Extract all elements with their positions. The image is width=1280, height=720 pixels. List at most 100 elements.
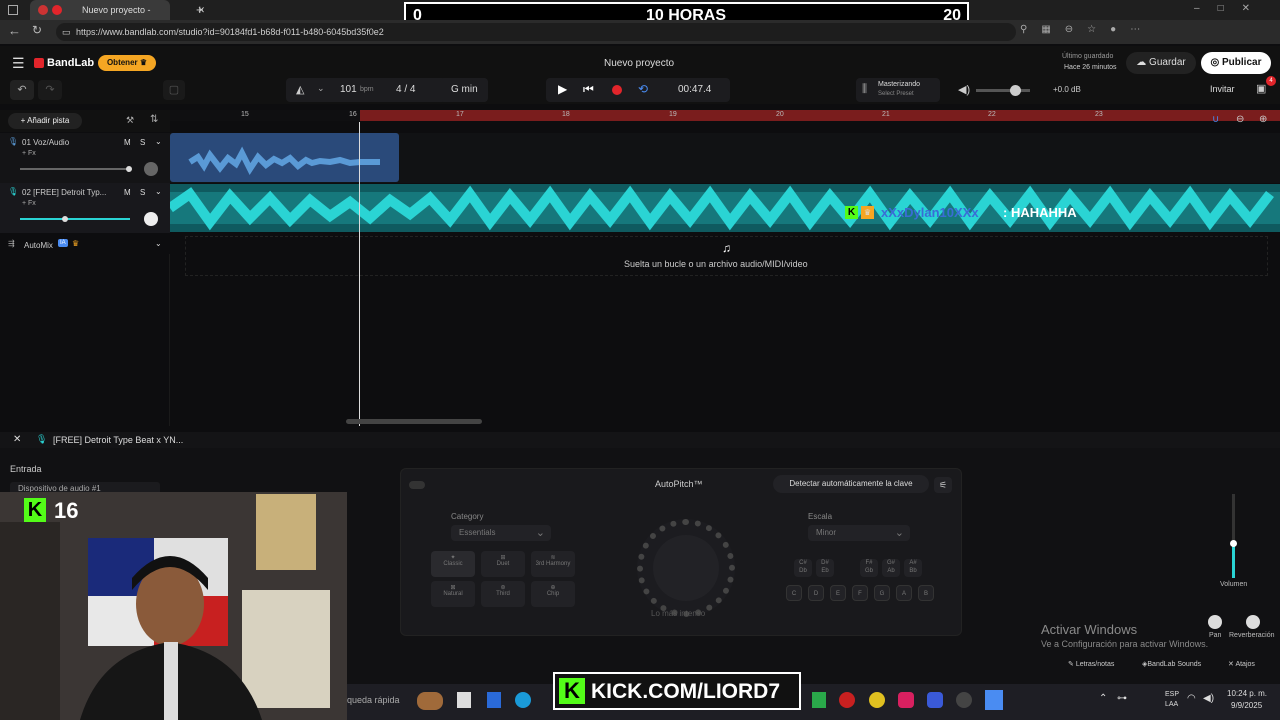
zoom-icon[interactable]: ⊖ bbox=[1065, 24, 1087, 35]
taskbar-search[interactable]: queda rápida bbox=[347, 695, 400, 705]
zoom-in-icon[interactable]: ⊕ bbox=[1259, 114, 1267, 125]
detect-key-button[interactable]: Detectar automáticamente la clave bbox=[773, 475, 929, 493]
tiktok-icon[interactable] bbox=[898, 692, 914, 708]
beat-audio-clip[interactable] bbox=[170, 184, 1280, 232]
fx-button[interactable]: + Fx bbox=[22, 150, 36, 157]
preset-3rd-harmony[interactable]: ≋ 3rd Harmony bbox=[531, 551, 575, 577]
clock-date[interactable]: 9/9/2025 bbox=[1231, 701, 1262, 710]
key-selector[interactable]: G min bbox=[440, 78, 488, 102]
track-menu-icon[interactable]: ⌄ bbox=[155, 137, 162, 146]
loop-region[interactable] bbox=[360, 110, 1280, 121]
add-track-button[interactable]: + Añadir pista bbox=[8, 113, 82, 129]
key-natural[interactable]: B bbox=[918, 585, 934, 601]
fader-thumb[interactable] bbox=[1230, 540, 1237, 547]
save-button[interactable]: ☁ Guardar bbox=[1126, 52, 1196, 74]
publish-button[interactable]: ◎ Publicar bbox=[1201, 52, 1271, 74]
reader-icon[interactable]: ▦ bbox=[1041, 24, 1064, 35]
shortcuts-link[interactable]: ✕ Atajos bbox=[1228, 660, 1255, 668]
volume-thumb[interactable] bbox=[126, 166, 132, 172]
key-sharp[interactable]: D# Eb bbox=[816, 559, 834, 577]
track-volume-fader[interactable] bbox=[1230, 494, 1237, 578]
speaker-icon[interactable]: ◀) bbox=[958, 83, 970, 96]
snap-icon[interactable]: ∪ bbox=[1212, 114, 1219, 125]
browser-tab[interactable]: Nuevo proyecto - Studio ✕ bbox=[30, 0, 205, 35]
red-app-icon[interactable] bbox=[839, 692, 855, 708]
back-icon[interactable]: ← bbox=[8, 23, 21, 38]
playhead[interactable] bbox=[359, 122, 360, 426]
track-header-voice[interactable]: 🎙 01 Voz/Audio M S ⌄ + Fx bbox=[0, 133, 170, 183]
key-sharp[interactable]: C# Db bbox=[794, 559, 812, 577]
tray-chevron-icon[interactable]: ⌃ bbox=[1099, 693, 1107, 704]
track-volume-slider[interactable] bbox=[20, 216, 130, 222]
active-app-icon[interactable] bbox=[985, 690, 1003, 710]
drop-zone[interactable]: ♫ Suelta un bucle o un archivo audio/MID… bbox=[185, 236, 1268, 276]
wifi-icon[interactable]: ◠ bbox=[1187, 693, 1196, 704]
loop-icon[interactable]: ⟲ bbox=[638, 82, 648, 96]
preset-classic[interactable]: ✦ Classic bbox=[431, 551, 475, 577]
key-natural[interactable]: G bbox=[874, 585, 890, 601]
volume-tray-icon[interactable]: ◀) bbox=[1203, 693, 1214, 704]
track-1-name[interactable]: 01 Voz/Audio bbox=[22, 138, 69, 147]
time-signature[interactable]: 4 / 4 bbox=[396, 84, 415, 95]
intensity-knob[interactable] bbox=[637, 519, 735, 617]
edge-icon[interactable] bbox=[515, 692, 531, 708]
automix-chevron-icon[interactable]: ⌄ bbox=[155, 239, 162, 248]
fx-button[interactable]: + Fx bbox=[22, 200, 36, 207]
minimize-icon[interactable]: – bbox=[1194, 3, 1218, 14]
task-view-icon[interactable] bbox=[457, 692, 471, 708]
key-natural[interactable]: E bbox=[830, 585, 846, 601]
maximize-icon[interactable]: □ bbox=[1218, 3, 1242, 14]
play-icon[interactable]: ▶ bbox=[558, 82, 567, 96]
preset-duet[interactable]: ⊞ Duet bbox=[481, 551, 525, 577]
master-volume-slider[interactable] bbox=[976, 85, 1030, 96]
key-natural[interactable]: F bbox=[852, 585, 868, 601]
language-indicator[interactable]: ESP LAA bbox=[1165, 690, 1179, 710]
metronome-menu-icon[interactable]: ⌄ bbox=[317, 83, 325, 94]
hamburger-menu-icon[interactable]: ☰ bbox=[12, 55, 25, 72]
clock-time[interactable]: 10:24 p. m. bbox=[1227, 689, 1267, 698]
new-tab-button[interactable]: + bbox=[196, 2, 204, 17]
lyrics-link[interactable]: ✎ Letras/notas bbox=[1068, 660, 1114, 668]
bpm-value[interactable]: 101 bbox=[340, 84, 357, 95]
profile-icon[interactable]: ● bbox=[1110, 24, 1130, 35]
autopitch-settings-icon[interactable]: ⚟ bbox=[934, 477, 952, 493]
mastering-preset[interactable]: ⫼ Masterizando Select Preset bbox=[856, 78, 940, 102]
widget-icon[interactable] bbox=[417, 692, 443, 710]
zoom-out-icon[interactable]: ⊖ bbox=[1236, 114, 1244, 125]
close-window-icon[interactable]: ✕ bbox=[1242, 3, 1268, 14]
reload-icon[interactable]: ↻ bbox=[32, 23, 42, 37]
chrome-icon[interactable] bbox=[869, 692, 885, 708]
key-natural[interactable]: C bbox=[786, 585, 802, 601]
key-sharp[interactable]: G# Ab bbox=[882, 559, 900, 577]
scale-select[interactable]: Minor ⌄ bbox=[808, 525, 910, 541]
record-icon[interactable] bbox=[612, 85, 622, 95]
close-editor-icon[interactable]: ✕ bbox=[13, 434, 21, 445]
timeline-ruler[interactable]: 15 16 17 18 19 20 21 22 23 bbox=[170, 110, 1280, 121]
preset-natural[interactable]: ⊠ Natural bbox=[431, 581, 475, 607]
project-title[interactable]: Nuevo proyecto bbox=[604, 58, 674, 69]
autopitch-toggle[interactable] bbox=[409, 481, 425, 489]
window-menu-icon[interactable] bbox=[8, 5, 18, 15]
obs-icon[interactable] bbox=[956, 692, 972, 708]
pan-knob[interactable] bbox=[1208, 615, 1222, 629]
preset-chip[interactable]: ⊕ Chip bbox=[531, 581, 575, 607]
track-volume-slider[interactable] bbox=[20, 166, 132, 172]
volume-thumb[interactable] bbox=[62, 216, 68, 222]
pan-knob[interactable] bbox=[144, 212, 158, 226]
file-explorer-icon[interactable] bbox=[487, 692, 501, 708]
settings-icon[interactable]: ⋯ bbox=[1130, 24, 1154, 35]
track-header-beat[interactable]: 🎙 02 [FREE] Detroit Typ... M S ⌄ + Fx bbox=[0, 183, 170, 233]
sounds-link[interactable]: ◈BandLab Sounds bbox=[1142, 660, 1201, 668]
track-2-name[interactable]: 02 [FREE] Detroit Typ... bbox=[22, 188, 106, 197]
track-menu-icon[interactable]: ⌄ bbox=[155, 187, 162, 196]
undo-icon[interactable]: ↶ bbox=[10, 80, 34, 100]
mute-button[interactable]: M bbox=[124, 138, 131, 147]
notifications-icon[interactable]: ▣ bbox=[1256, 82, 1266, 95]
track-settings-icon[interactable]: ⇅ bbox=[150, 114, 158, 125]
key-sharp[interactable]: F# Gb bbox=[860, 559, 878, 577]
category-select[interactable]: Essentials ⌄ bbox=[451, 525, 551, 541]
rewind-icon[interactable]: ⏮ bbox=[583, 82, 594, 97]
key-natural[interactable]: A bbox=[896, 585, 912, 601]
network-icon[interactable]: ⊶ bbox=[1117, 693, 1127, 704]
url-field[interactable]: ▭ https://www.bandlab.com/studio?id=9018… bbox=[56, 23, 1016, 41]
